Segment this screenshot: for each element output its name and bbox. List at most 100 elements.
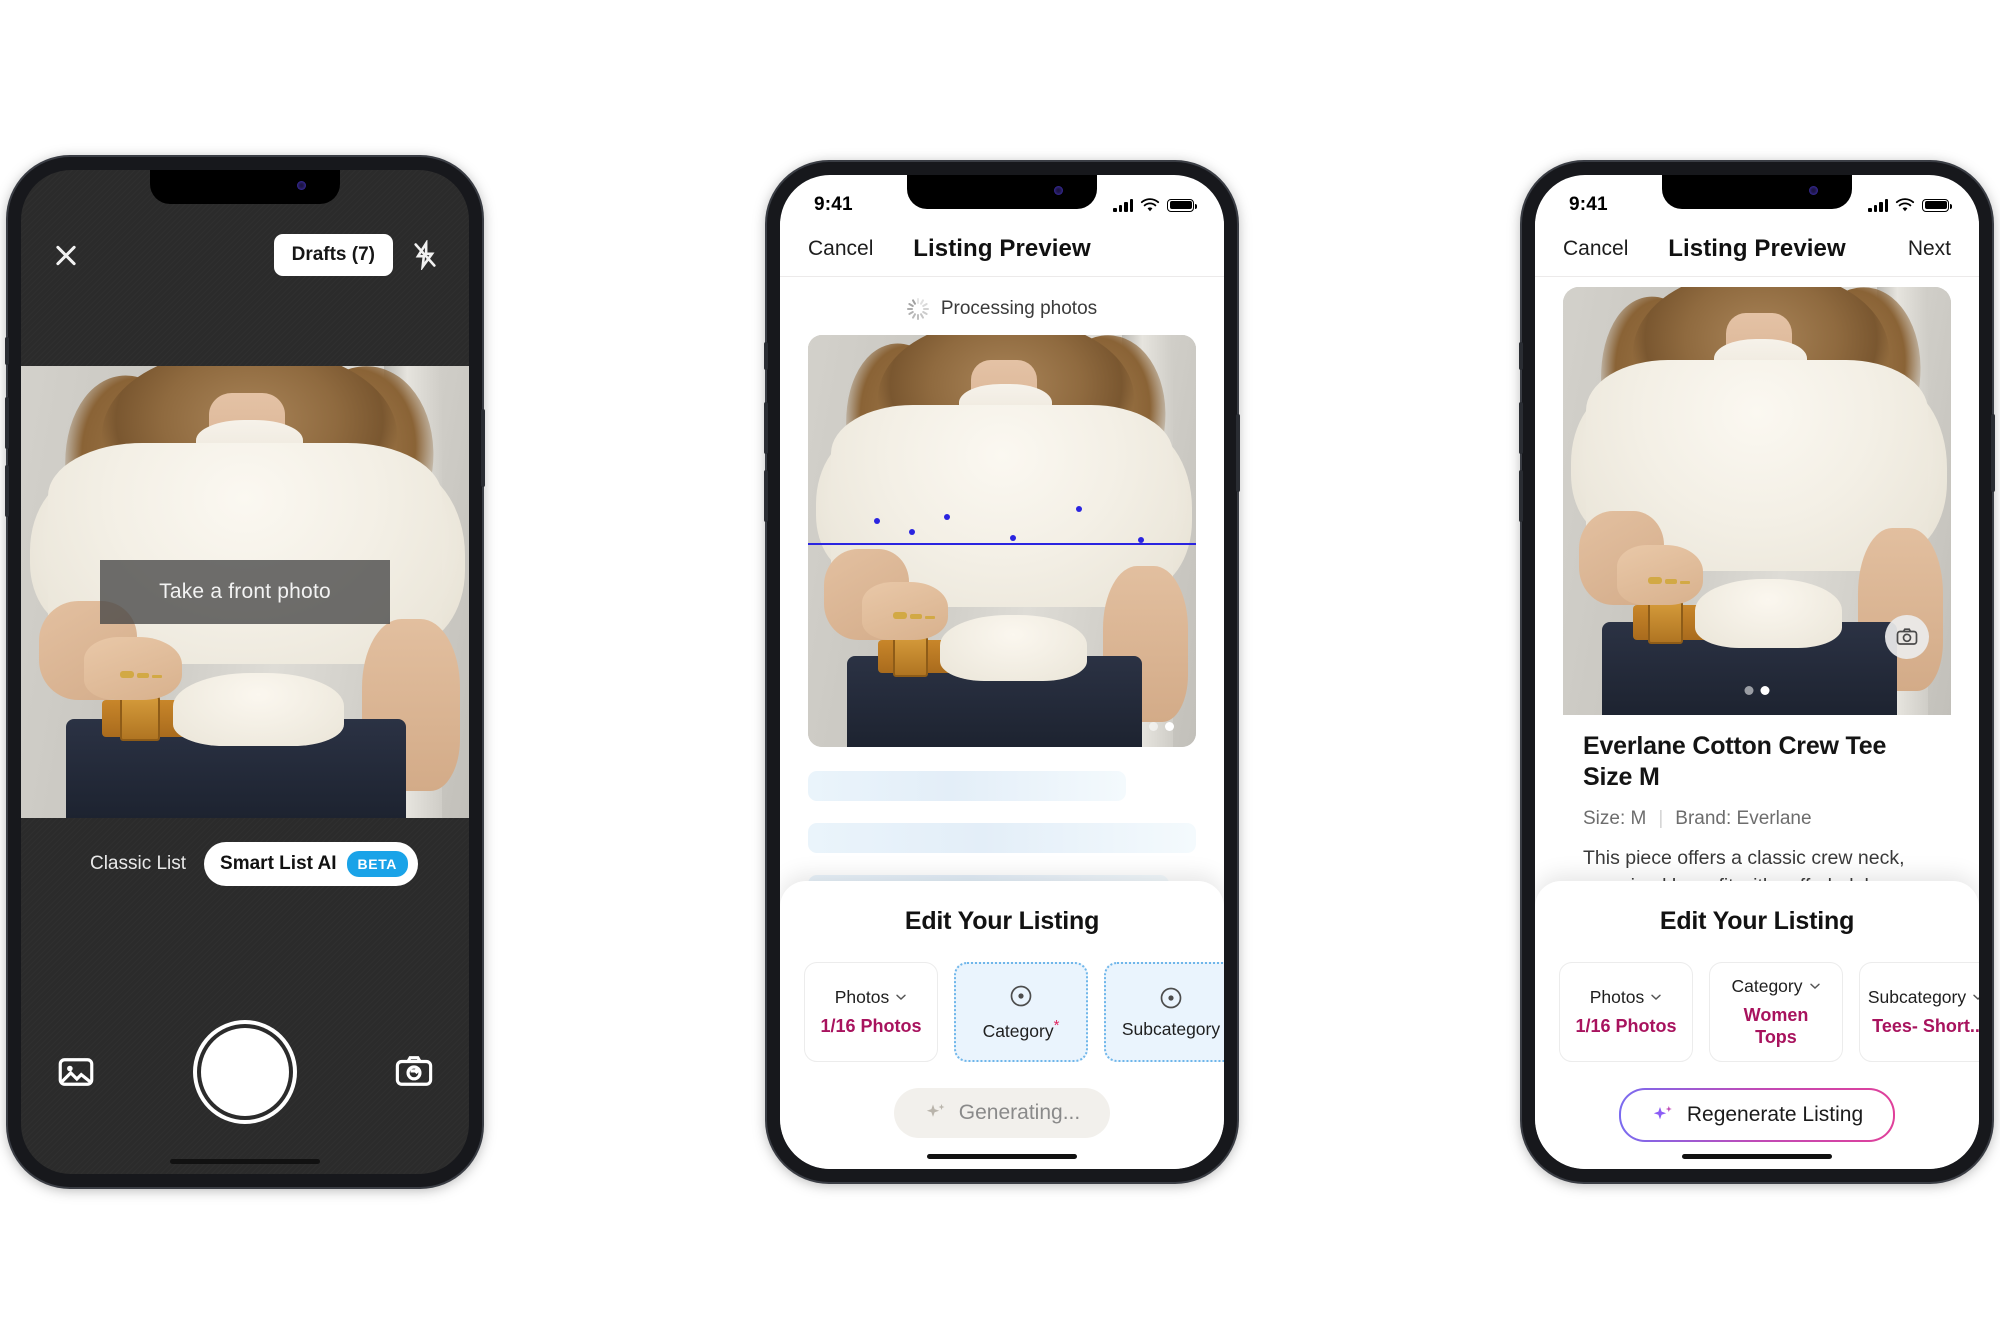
listing-size: Size: M bbox=[1583, 807, 1647, 829]
pager-dot-active[interactable] bbox=[1165, 722, 1174, 731]
cancel-button[interactable]: Cancel bbox=[1563, 237, 1637, 261]
cellular-signal-icon bbox=[1868, 198, 1888, 212]
chip-subcategory-value: Tees- Short.. bbox=[1872, 1015, 1979, 1036]
target-icon bbox=[1160, 987, 1182, 1008]
cancel-button[interactable]: Cancel bbox=[808, 237, 882, 261]
chevron-down-icon bbox=[896, 994, 906, 1001]
capture-mode-switcher: Classic List Smart List AI BETA bbox=[21, 842, 469, 886]
three-phone-showcase: Drafts (7) Take a front photo Classic Li… bbox=[0, 0, 2000, 1344]
chevron-down-icon bbox=[1651, 994, 1661, 1001]
chip-photos-label: Photos bbox=[1589, 986, 1645, 1007]
power-button bbox=[481, 409, 485, 487]
page-title: Listing Preview bbox=[913, 234, 1091, 262]
phone-listing-generated: 9:41 Cancel Listing Preview Next Everlan… bbox=[1519, 162, 1995, 1182]
chip-category[interactable]: Category* bbox=[954, 962, 1088, 1062]
navigation-bar: Cancel Listing Preview Next bbox=[1535, 221, 1979, 277]
status-time: 9:41 bbox=[1569, 194, 1608, 215]
chip-category[interactable]: Category Women Tops bbox=[1709, 962, 1843, 1062]
flash-off-icon[interactable] bbox=[411, 240, 439, 270]
beta-badge: BETA bbox=[346, 851, 409, 877]
volume-down-button bbox=[5, 465, 9, 517]
chip-category-header: Category bbox=[1731, 976, 1820, 997]
mode-smart-label: Smart List AI bbox=[220, 853, 337, 874]
chip-photos-label: Photos bbox=[834, 986, 890, 1007]
navigation-bar: Cancel Listing Preview bbox=[780, 221, 1224, 277]
sparkle-icon bbox=[926, 1104, 945, 1117]
regenerate-listing-button[interactable]: Regenerate Listing bbox=[1619, 1088, 1895, 1142]
power-button bbox=[1991, 414, 1995, 492]
listing-meta: Size: M | Brand: Everlane bbox=[1583, 808, 1931, 830]
chevron-down-icon bbox=[1973, 994, 1979, 1001]
sheet-title: Edit Your Listing bbox=[1659, 907, 1855, 935]
attribute-chip-row[interactable]: Photos 1/16 Photos Category* Subcategory bbox=[780, 962, 1224, 1062]
home-indicator bbox=[927, 1154, 1077, 1159]
mute-switch bbox=[764, 342, 768, 370]
drafts-button[interactable]: Drafts (7) bbox=[273, 234, 393, 276]
chip-subcategory[interactable]: Subcategory bbox=[1104, 962, 1224, 1062]
photo-preview-card[interactable] bbox=[808, 335, 1196, 747]
listing-title: Everlane Cotton Crew Tee Size M bbox=[1583, 732, 1887, 792]
pager-dot[interactable] bbox=[1149, 722, 1158, 731]
camera-top-bar: Drafts (7) bbox=[21, 222, 469, 288]
chip-photos[interactable]: Photos 1/16 Photos bbox=[1559, 962, 1693, 1062]
chip-category-value: Women Tops bbox=[1743, 1004, 1809, 1047]
camera-screen: Drafts (7) Take a front photo Classic Li… bbox=[21, 170, 469, 1174]
generating-button: Generating... bbox=[893, 1088, 1111, 1138]
skeleton-line bbox=[808, 823, 1196, 853]
status-indicators bbox=[1868, 197, 1952, 213]
phone-camera-capture: Drafts (7) Take a front photo Classic Li… bbox=[5, 157, 485, 1187]
power-button bbox=[1236, 414, 1240, 492]
chip-photos[interactable]: Photos 1/16 Photos bbox=[804, 962, 938, 1062]
photo-library-icon[interactable] bbox=[55, 1051, 97, 1093]
target-icon bbox=[1010, 985, 1032, 1006]
generating-label: Generating... bbox=[958, 1101, 1081, 1124]
mute-switch bbox=[5, 337, 9, 365]
status-time: 9:41 bbox=[814, 194, 853, 215]
pager-dot[interactable] bbox=[1744, 686, 1754, 695]
camera-controls bbox=[21, 1028, 469, 1116]
sheet-cta-row: Generating... bbox=[780, 1088, 1224, 1138]
chip-photos-value: 1/16 Photos bbox=[1575, 1015, 1677, 1036]
wifi-icon bbox=[1895, 197, 1915, 211]
chip-subcategory-header: Subcategory bbox=[1868, 987, 1979, 1008]
processing-label: Processing photos bbox=[940, 298, 1098, 319]
attribute-chip-row[interactable]: Photos 1/16 Photos Category Women Tops S… bbox=[1535, 962, 1979, 1062]
chevron-down-icon bbox=[1809, 984, 1820, 990]
mute-switch bbox=[1519, 342, 1523, 370]
flip-camera-icon[interactable] bbox=[393, 1051, 435, 1093]
sheet-title: Edit Your Listing bbox=[904, 907, 1100, 935]
photo-prompt-label: Take a front photo bbox=[100, 560, 390, 624]
model-photo bbox=[808, 335, 1196, 747]
shutter-button[interactable] bbox=[201, 1028, 289, 1116]
sparkle-icon bbox=[1653, 1106, 1672, 1120]
chip-photos-header: Photos bbox=[835, 987, 907, 1008]
status-indicators bbox=[1113, 197, 1197, 213]
listing-preview-screen: 9:41 Cancel Listing Preview Processing p… bbox=[780, 175, 1224, 1169]
front-camera-lens bbox=[297, 181, 306, 190]
pager-dot-active[interactable] bbox=[1760, 686, 1770, 695]
photo-pager-dots[interactable] bbox=[1744, 686, 1770, 695]
chip-category-text: Category bbox=[982, 1020, 1054, 1041]
photo-pager-dots[interactable] bbox=[1149, 722, 1174, 731]
photo-preview-card[interactable] bbox=[1563, 287, 1951, 717]
camera-icon[interactable] bbox=[1885, 615, 1929, 659]
volume-up-button bbox=[764, 402, 768, 454]
phone-listing-processing: 9:41 Cancel Listing Preview Processing p… bbox=[764, 162, 1240, 1182]
battery-icon bbox=[1922, 198, 1952, 212]
device-notch bbox=[907, 175, 1097, 209]
battery-icon bbox=[1167, 198, 1197, 212]
listing-preview-screen: 9:41 Cancel Listing Preview Next Everlan… bbox=[1535, 175, 1979, 1169]
next-button[interactable]: Next bbox=[1877, 237, 1951, 261]
close-x-icon[interactable] bbox=[51, 240, 81, 270]
page-title: Listing Preview bbox=[1668, 234, 1846, 262]
home-indicator bbox=[170, 1159, 320, 1164]
camera-viewfinder[interactable]: Take a front photo bbox=[21, 366, 469, 818]
sheet-cta-row: Regenerate Listing bbox=[1535, 1088, 1979, 1142]
device-notch bbox=[150, 170, 340, 204]
processing-status: Processing photos bbox=[780, 287, 1224, 331]
chip-subcategory[interactable]: Subcategory Tees- Short.. bbox=[1859, 962, 1979, 1062]
mode-smart-list-ai[interactable]: Smart List AI BETA bbox=[204, 842, 419, 886]
loading-spinner-icon bbox=[906, 298, 929, 320]
mode-classic-list[interactable]: Classic List bbox=[72, 843, 204, 885]
edit-listing-sheet: Edit Your Listing Photos 1/16 Photos Cat… bbox=[780, 881, 1224, 1169]
